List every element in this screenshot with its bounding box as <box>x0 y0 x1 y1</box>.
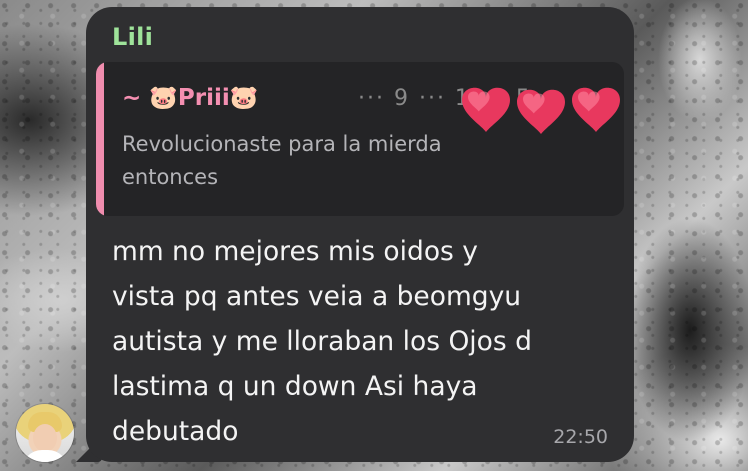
heart-stickers <box>462 87 620 134</box>
reply-author: ~ 🐷Priii🐷 <box>122 85 259 111</box>
sender-avatar[interactable] <box>16 404 74 462</box>
message-text: mm no mejores mis oidos y vista pq antes… <box>112 229 612 454</box>
sender-name[interactable]: Lili <box>112 23 153 51</box>
reply-text-line: entonces <box>122 165 219 189</box>
chat-background: Lili ~ 🐷Priii🐷 ··· 9 ··· 1 ··· 5 Revoluc… <box>0 0 748 471</box>
message-line: autista y me lloraban los Ojos d <box>112 326 532 357</box>
heart-icon <box>462 87 510 132</box>
reply-text: Revolucionaste para la mierda entonces <box>122 128 602 194</box>
message-timestamp: 22:50 <box>553 426 608 448</box>
message-line: lastima q un down Asi haya <box>112 371 478 402</box>
heart-icon <box>572 87 620 132</box>
reply-preview[interactable]: ~ 🐷Priii🐷 ··· 9 ··· 1 ··· 5 Revolucionas… <box>96 62 624 216</box>
message-line: vista pq antes veia a beomgyu <box>112 281 522 312</box>
reply-accent-bar <box>96 62 104 216</box>
message-bubble[interactable]: Lili ~ 🐷Priii🐷 ··· 9 ··· 1 ··· 5 Revoluc… <box>86 7 634 462</box>
reply-text-line: Revolucionaste para la mierda <box>122 132 442 156</box>
avatar-face <box>33 424 57 452</box>
message-line: debutado <box>112 416 239 447</box>
message-line: mm no mejores mis oidos y <box>112 236 478 267</box>
avatar-shirt <box>22 450 68 462</box>
